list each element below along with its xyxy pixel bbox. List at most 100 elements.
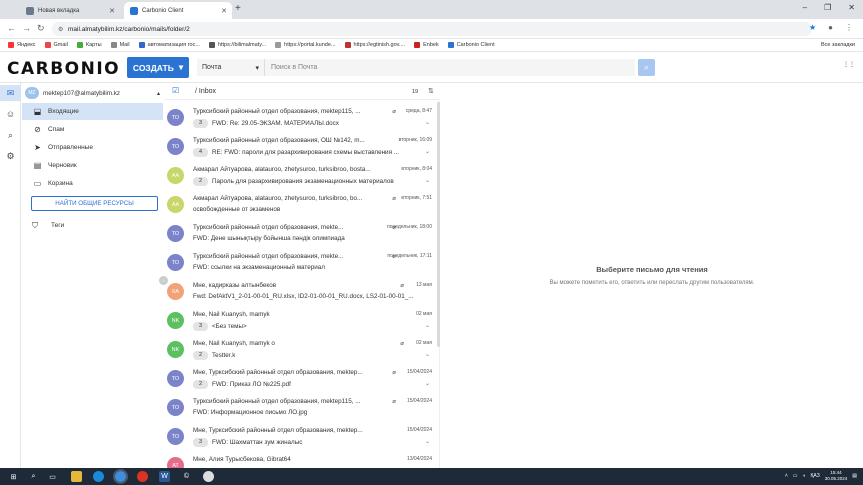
forward-icon[interactable]: → <box>22 23 31 33</box>
windows-start-icon[interactable]: ⊞ <box>8 471 19 482</box>
all-bookmarks[interactable]: Все закладки <box>821 42 855 48</box>
bookmark-item[interactable]: https://bilimalmaty... <box>208 42 266 48</box>
message-subject-row: освобожденные от экзаменов <box>193 206 423 213</box>
folder-inbox[interactable]: ⬓ Входящие <box>22 103 163 120</box>
language-indicator[interactable]: ҚАЗ <box>811 473 820 479</box>
edge-icon[interactable] <box>93 471 104 482</box>
folder-drafts[interactable]: ▤ Черновик <box>22 157 163 174</box>
bookmark-star-icon[interactable]: ★ <box>809 23 816 32</box>
apps-menu-icon[interactable]: ⋮⋮ <box>843 61 855 68</box>
folder-sidebar: МZ mektep107@almatybilim.kz ▴ ⬓ Входящие … <box>22 83 163 468</box>
message-row[interactable]: NK Мне, Nail Kuanysh, mamyk о ⌀ 02 мая 2 Test… <box>164 335 438 364</box>
bookmark-item[interactable]: https://portal.kunde... <box>275 42 336 48</box>
folder-trash[interactable]: ▭ Корзина <box>22 175 163 192</box>
network-icon[interactable]: ▭ <box>793 473 798 479</box>
search-scope-select[interactable]: Почта ▾ <box>197 59 265 76</box>
file-explorer-icon[interactable] <box>71 471 82 482</box>
chevron-down-icon[interactable]: ⌄ <box>425 322 430 329</box>
bookmark-item[interactable]: Carbonio Client <box>447 42 495 48</box>
url-field[interactable]: ⚙ mail.almatybilim.kz/carbonio/mails/fol… <box>52 22 812 36</box>
sort-icon[interactable]: ⇅ <box>428 87 434 95</box>
volume-icon[interactable]: ◖ <box>802 473 805 479</box>
word-icon[interactable]: W <box>159 471 170 482</box>
bookmark-item[interactable]: Enbek <box>414 42 439 48</box>
maximize-icon[interactable]: ❐ <box>824 3 831 12</box>
chevron-down-icon[interactable]: ⌄ <box>425 177 430 184</box>
create-button[interactable]: СОЗДАТЬ ▾ <box>127 57 189 78</box>
new-tab-button[interactable]: + <box>235 3 241 14</box>
find-shared-resources-button[interactable]: НАЙТИ ОБЩИЕ РЕСУРСЫ <box>31 196 158 211</box>
folder-sent[interactable]: ➤ Отправленные <box>22 139 163 156</box>
opera-icon[interactable] <box>137 471 148 482</box>
message-row[interactable]: АТ Мне, Алия Турысбекова, Gibrat64 13/04/2… <box>164 451 438 468</box>
message-sender: Мне, кадирказы алтынбеков <box>193 282 277 289</box>
task-view-icon[interactable]: ▭ <box>47 471 58 482</box>
empty-reader-subtitle: Вы можете пометить его, ответить или пер… <box>549 280 755 286</box>
app-nav-rail: ✉ ☺ ⌕ ⚙ <box>0 83 21 468</box>
contacts-icon[interactable]: ☺ <box>4 108 17 120</box>
bookmark-item[interactable]: автоматизация гос... <box>138 42 200 48</box>
settings-icon[interactable]: ⚙ <box>4 150 17 162</box>
menu-icon[interactable]: ⋮ <box>845 23 853 32</box>
chevron-up-icon[interactable]: ˄ <box>785 473 788 479</box>
browser-tab-carbonio[interactable]: Carbonio Client ✕ <box>124 2 232 19</box>
tags-section[interactable]: ⛉ Теги <box>22 218 163 233</box>
thread-count-badge: 3 <box>193 438 208 447</box>
draft-icon: ▤ <box>33 161 42 170</box>
message-row[interactable]: ТО Турксибский районный отдел образования… <box>164 103 438 132</box>
message-row[interactable]: АА Акмарал Айтуарова, alatauroo, zhetysur… <box>164 190 438 219</box>
message-row[interactable]: ТО Турксибский районный отдел образования… <box>164 248 438 277</box>
message-row[interactable]: ТО Турксибский районный отдел образования… <box>164 393 438 422</box>
notifications-icon[interactable]: ▤ <box>852 473 857 479</box>
attachment-icon: ⌀ <box>392 370 396 376</box>
site-info-icon[interactable]: ⚙ <box>58 26 63 33</box>
minimize-icon[interactable]: – <box>803 3 807 12</box>
account-row[interactable]: МZ mektep107@almatybilim.kz ▴ <box>25 86 160 100</box>
chevron-down-icon[interactable]: ⌄ <box>425 119 430 126</box>
chevron-down-icon[interactable]: ⌄ <box>425 351 430 358</box>
search-input[interactable]: Поиск в Почта <box>265 64 317 71</box>
message-row[interactable]: АА Акмарал Айтуарова, alatauroo, zhetysur… <box>164 161 438 190</box>
message-row[interactable]: NK Мне, Nail Kuanysh, mamyk 02 мая 3 <Без те… <box>164 306 438 335</box>
chrome-icon[interactable] <box>113 469 128 484</box>
back-icon[interactable]: ← <box>7 23 16 33</box>
folder-spam[interactable]: ⊘ Спам <box>22 121 163 138</box>
avatar: ТО <box>167 370 184 387</box>
bookmark-item[interactable]: Карты <box>76 42 102 48</box>
message-subject-row: 2 FWD: Приказ ЛО №225.pdf <box>193 380 423 389</box>
reload-icon[interactable]: ↻ <box>37 23 45 34</box>
app-icon[interactable]: © <box>181 471 192 482</box>
message-subject: RE: FWD: пароли для разархивирования схе… <box>212 149 399 156</box>
chrome-profile-icon[interactable] <box>203 471 214 482</box>
select-all-icon[interactable]: ☑ <box>172 86 179 95</box>
bookmark-item[interactable]: https://egtinish.gov.... <box>344 42 405 48</box>
bookmark-item[interactable]: Яндекс <box>8 42 36 48</box>
search-button[interactable]: ⌕ <box>638 59 655 76</box>
chevron-down-icon[interactable]: ⌄ <box>425 438 430 445</box>
tag-icon: ⛉ <box>32 220 38 230</box>
message-row[interactable]: ТО Турксибский районный отдел образования… <box>164 219 438 248</box>
message-row[interactable]: КА Мне, кадирказы алтынбеков ⌀ 13 мая Fwd: D… <box>164 277 438 306</box>
message-row[interactable]: ТО Мне, Турксибский районный отдел образо… <box>164 364 438 393</box>
bookmark-item[interactable]: Gmail <box>44 42 68 48</box>
message-row[interactable]: ТО Мне, Турксибский районный отдел образо… <box>164 422 438 451</box>
search-icon[interactable]: ⌕ <box>4 129 17 141</box>
clock[interactable]: 15:44 30.05.2024 <box>825 470 848 482</box>
profile-icon[interactable]: ● <box>828 23 833 32</box>
message-subject-row: FWD: Информационное письмо ЛО.jpg <box>193 409 423 416</box>
bookmarks-bar: Яндекс Gmail Карты Mail автоматизация го… <box>0 39 863 52</box>
message-date: вторник, 8:04 <box>401 166 432 172</box>
chevron-down-icon[interactable]: ⌄ <box>425 380 430 387</box>
mail-icon[interactable]: ✉ <box>0 85 21 101</box>
close-icon[interactable]: ✕ <box>221 7 227 15</box>
close-window-icon[interactable]: ✕ <box>848 3 855 12</box>
avatar: ТО <box>167 109 184 126</box>
bookmark-item[interactable]: Mail <box>110 42 130 48</box>
chevron-up-icon[interactable]: ▴ <box>157 90 160 97</box>
search-icon[interactable]: ⌕ <box>28 471 39 482</box>
close-icon[interactable]: ✕ <box>109 7 115 15</box>
chevron-down-icon[interactable]: ⌄ <box>425 148 430 155</box>
browser-tab-new[interactable]: Новая вкладка ✕ <box>20 2 120 19</box>
list-scrollbar[interactable] <box>437 102 440 347</box>
message-row[interactable]: ТО Турксибский районный отдел образования… <box>164 132 438 161</box>
